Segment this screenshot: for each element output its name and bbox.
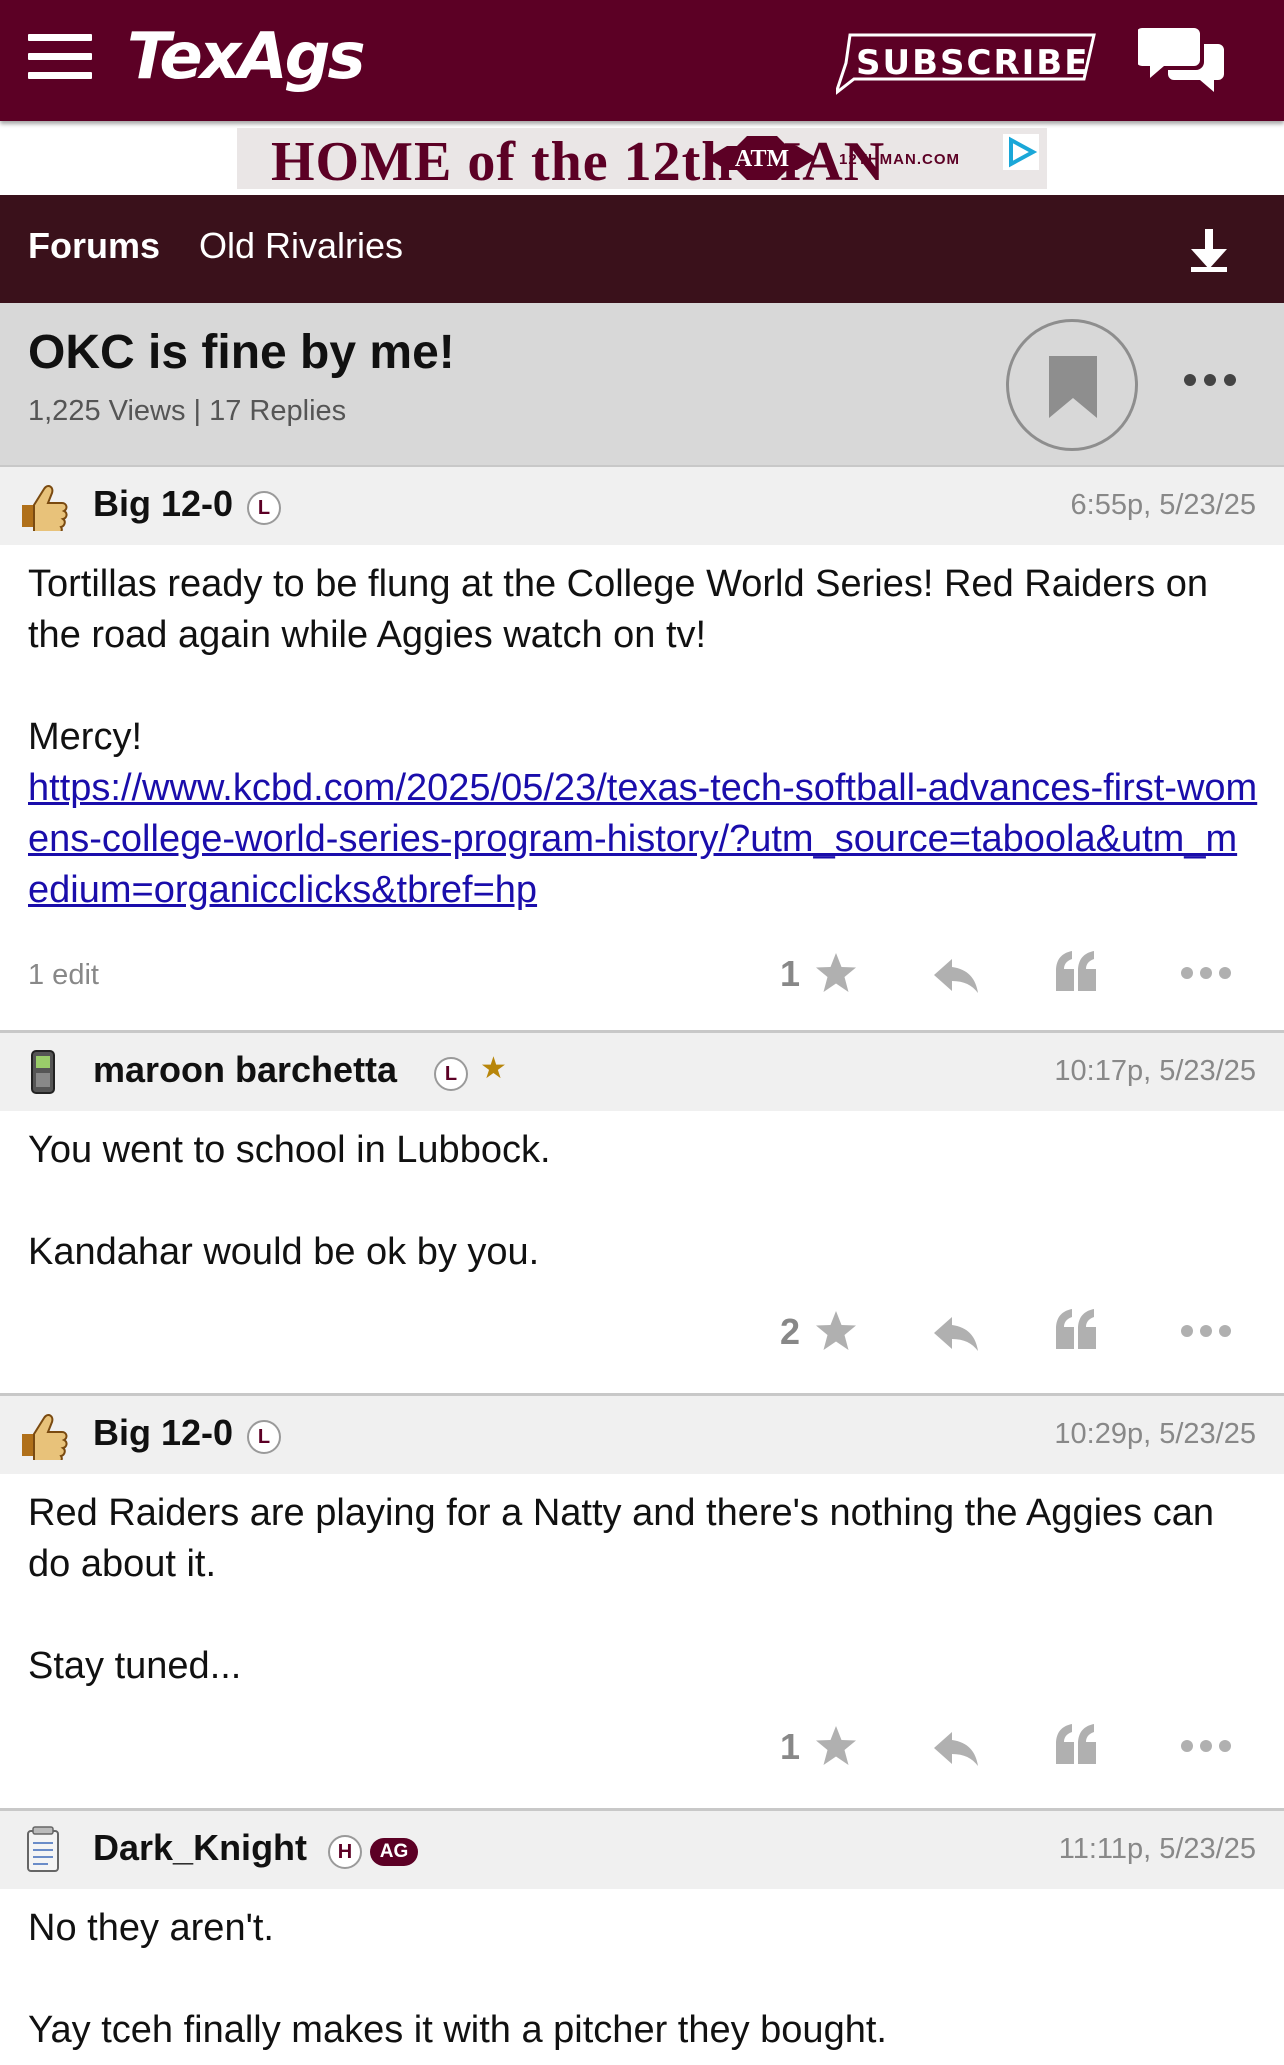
post-text: Stay tuned... xyxy=(28,1645,242,1687)
h-badge: H xyxy=(328,1835,362,1869)
post: Big 12-0 L 10:29p, 5/23/25 Red Raiders a… xyxy=(0,1396,1284,1808)
post-actions: 2 xyxy=(0,1295,1284,1375)
post-timestamp: 10:17p, 5/23/25 xyxy=(1054,1055,1256,1087)
quote-icon[interactable] xyxy=(1054,1307,1098,1351)
post-body: Tortillas ready to be flung at the Colle… xyxy=(28,559,1258,916)
post-text: Yay tceh finally makes it with a pitcher… xyxy=(28,2009,887,2051)
edit-note[interactable]: 1 edit xyxy=(28,959,99,992)
reply-icon[interactable] xyxy=(932,1728,980,1768)
breadcrumb-board-link[interactable]: Old Rivalries xyxy=(199,225,403,267)
hamburger-menu-icon[interactable] xyxy=(28,34,92,80)
flip-phone-icon xyxy=(31,1050,55,1094)
post-header: Dark_Knight H AG 11:11p, 5/23/25 xyxy=(0,1811,1284,1889)
svg-text:ATM: ATM xyxy=(735,146,789,172)
post-more-options-icon[interactable] xyxy=(1180,965,1232,981)
site-logo[interactable]: TexAgs xyxy=(127,20,366,94)
lifetime-badge: L xyxy=(247,1420,281,1454)
post: Dark_Knight H AG 11:11p, 5/23/25 No they… xyxy=(0,1811,1284,2065)
post-text: Tortillas ready to be flung at the Colle… xyxy=(28,563,1209,656)
star-count: 2 xyxy=(780,1311,801,1352)
jump-down-arrow-icon[interactable] xyxy=(1188,227,1230,273)
thumbs-up-hand-icon xyxy=(22,485,68,531)
post-header: maroon barchetta L ★ 10:17p, 5/23/25 xyxy=(0,1033,1284,1111)
post-text: Mercy! xyxy=(28,716,142,758)
post-header: Big 12-0 L 6:55p, 5/23/25 xyxy=(0,467,1284,545)
chat-bubbles-icon[interactable] xyxy=(1136,24,1228,94)
post-text: You went to school in Lubbock. xyxy=(28,1129,551,1171)
premium-star-icon: ★ xyxy=(480,1052,507,1085)
subscribe-button[interactable]: SUBSCRIBE xyxy=(836,33,1096,95)
post-author[interactable]: Big 12-0 xyxy=(93,483,233,525)
post-author[interactable]: Big 12-0 xyxy=(93,1412,233,1454)
post-more-options-icon[interactable] xyxy=(1180,1738,1232,1754)
post-timestamp: 11:11p, 5/23/25 xyxy=(1058,1833,1256,1865)
post-timestamp: 6:55p, 5/23/25 xyxy=(1070,489,1256,521)
post-author[interactable]: Dark_Knight xyxy=(93,1827,307,1869)
quote-icon[interactable] xyxy=(1054,949,1098,993)
star-icon[interactable] xyxy=(814,951,858,995)
post-actions: 1 edit 1 xyxy=(0,937,1284,1017)
star-count: 1 xyxy=(780,1726,801,1767)
thread-stats: 1,225 Views | 17 Replies xyxy=(28,395,347,427)
star-count: 1 xyxy=(780,953,801,994)
post-header: Big 12-0 L 10:29p, 5/23/25 xyxy=(0,1396,1284,1474)
thread-more-options-icon[interactable] xyxy=(1182,371,1238,389)
star-icon[interactable] xyxy=(814,1724,858,1768)
ad-choices-icon[interactable] xyxy=(1003,134,1039,170)
lifetime-badge: L xyxy=(434,1057,468,1091)
post-actions: 1 xyxy=(0,1710,1284,1790)
post-link[interactable]: https://www.kcbd.com/2025/05/23/texas-te… xyxy=(28,767,1257,911)
thread-header: OKC is fine by me! 1,225 Views | 17 Repl… xyxy=(0,303,1284,467)
bookmark-icon xyxy=(1049,356,1097,418)
breadcrumb-forums-link[interactable]: Forums xyxy=(28,225,160,267)
star-icon[interactable] xyxy=(814,1309,858,1353)
post: maroon barchetta L ★ 10:17p, 5/23/25 You… xyxy=(0,1033,1284,1393)
subscribe-label: SUBSCRIBE xyxy=(856,43,1090,83)
post-author[interactable]: maroon barchetta xyxy=(93,1049,397,1091)
thread-title: OKC is fine by me! xyxy=(28,326,455,379)
post-text: Kandahar would be ok by you. xyxy=(28,1231,540,1273)
notepad-icon xyxy=(27,1826,59,1872)
post-text: Red Raiders are playing for a Natty and … xyxy=(28,1492,1214,1585)
post-body: You went to school in Lubbock. Kandahar … xyxy=(28,1125,1258,1278)
atm-logo-icon: ATM xyxy=(707,136,817,180)
post: Big 12-0 L 6:55p, 5/23/25 Tortillas read… xyxy=(0,467,1284,1033)
breadcrumb: Forums Old Rivalries xyxy=(0,195,1284,303)
ad-banner[interactable]: HOME of the 12th MAN ATM 12THMAN.COM xyxy=(237,128,1047,189)
lifetime-badge: L xyxy=(247,491,281,525)
ag-badge: AG xyxy=(370,1838,418,1866)
top-header: TexAgs SUBSCRIBE xyxy=(0,0,1284,121)
post-body: Red Raiders are playing for a Natty and … xyxy=(28,1488,1258,1692)
reply-icon[interactable] xyxy=(932,955,980,995)
post-body: No they aren't. Yay tceh finally makes i… xyxy=(28,1903,1258,2056)
post-text: No they aren't. xyxy=(28,1907,274,1949)
ad-url: 12THMAN.COM xyxy=(839,151,961,168)
reply-icon[interactable] xyxy=(932,1313,980,1353)
post-more-options-icon[interactable] xyxy=(1180,1323,1232,1339)
thumbs-up-hand-icon xyxy=(22,1414,68,1460)
quote-icon[interactable] xyxy=(1054,1722,1098,1766)
post-timestamp: 10:29p, 5/23/25 xyxy=(1054,1418,1256,1450)
bookmark-button[interactable] xyxy=(1006,319,1138,451)
